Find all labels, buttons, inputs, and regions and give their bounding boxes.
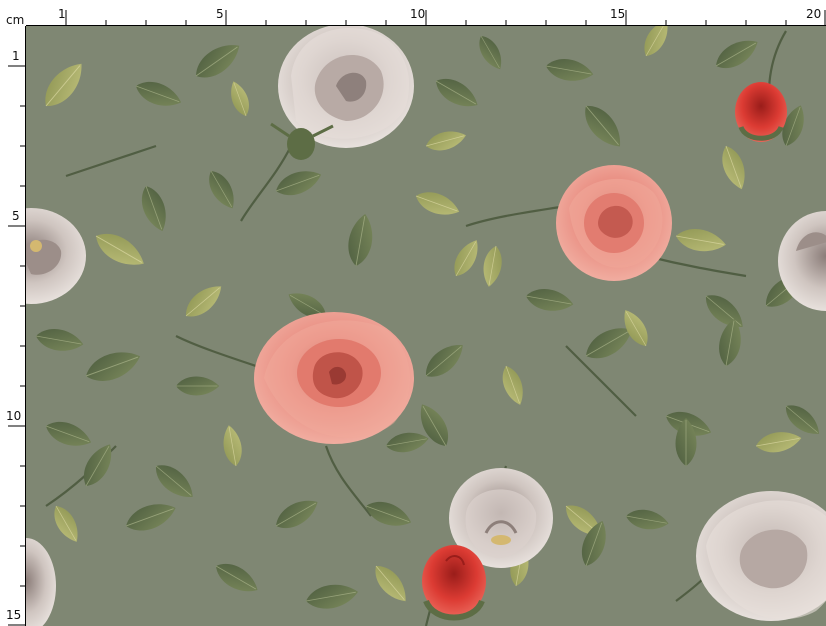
rose-pink-large (254, 312, 414, 444)
ruler-top-label: 20 (806, 7, 821, 21)
ruler-left-label: 10 (6, 409, 21, 423)
fabric-preview (26, 26, 826, 626)
ruler-left-label: 5 (12, 209, 20, 223)
rose-pink (556, 165, 672, 281)
ruler-left-label: 15 (6, 608, 21, 622)
ruler-top-label: 5 (216, 7, 224, 21)
ruler-left-label: 1 (12, 49, 20, 63)
ruler-top-label: 1 (58, 7, 66, 21)
rose-bud-red (422, 545, 486, 621)
ruler-top-label: 10 (410, 7, 425, 21)
ruler-top-label: 15 (610, 7, 625, 21)
rose-bud-red (735, 82, 787, 142)
ruler-top: cm 1 5 10 15 20 (0, 0, 826, 26)
ruler-left: 1 5 10 15 (0, 26, 26, 626)
